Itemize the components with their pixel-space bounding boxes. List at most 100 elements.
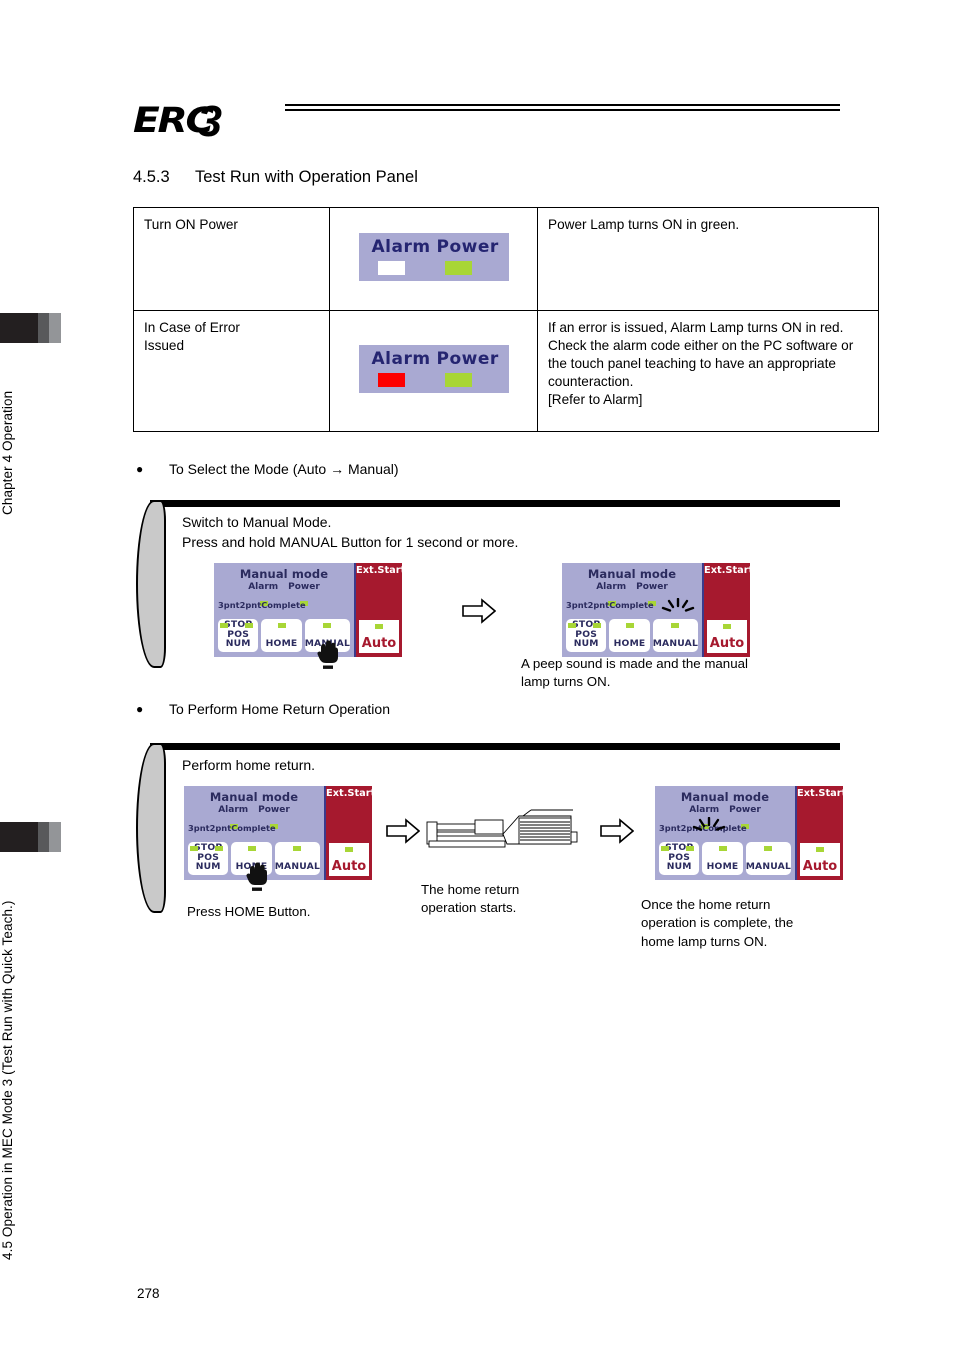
stop-pos-num-button[interactable]: STOP POS NUM xyxy=(566,619,607,652)
callout2-mid-caption: The home return operation starts. xyxy=(421,882,520,916)
section-number: 4.5.3 xyxy=(133,168,170,186)
callout-line-1: Switch to Manual Mode. xyxy=(182,514,332,530)
operation-panel-main: Manual mode Alarm Power 3pnt 2pnt Complet… xyxy=(562,563,702,657)
ext-start-label: Ext.Start xyxy=(704,565,754,576)
bullet-mode-select: ● To Select the Mode (Auto → Manual) xyxy=(136,461,399,477)
stop-pos-num-button[interactable]: STOP POS NUM xyxy=(188,842,229,875)
bullet-mode-select-label: To Select the Mode (Auto → Manual) xyxy=(169,461,399,477)
panel-power-label: Power xyxy=(288,582,320,592)
panel-sub-labels: 3pnt 2pnt Complete xyxy=(218,600,350,610)
stop-led-left xyxy=(660,846,669,851)
table-cell-action: Turn ON Power xyxy=(133,207,330,311)
auto-button[interactable]: Auto xyxy=(359,620,399,653)
operation-panel-before-manual: Manual mode Alarm Power 3pnt 2pnt Complet… xyxy=(214,563,405,657)
panel-button-row: STOPPOS NUM HOME MANUAL xyxy=(566,619,699,652)
callout-spine xyxy=(136,500,166,668)
panel-power-label: Power xyxy=(636,582,668,592)
panel-lamp-labels: Alarm Power xyxy=(184,805,324,815)
sidebar-tab-segment-dark xyxy=(0,313,38,343)
operation-panel-home-complete: Manual mode Alarm Power 3pnt 2pnt Complet… xyxy=(655,786,847,880)
operation-panel-after-manual: Manual mode Alarm Power 3pnt 2pnt Complet… xyxy=(562,563,754,657)
auto-led xyxy=(345,847,353,852)
label-2pnt: 2pnt xyxy=(587,600,610,610)
alarm-label: Alarm xyxy=(371,236,431,257)
manual-led xyxy=(671,623,680,628)
stop-pos-num-button[interactable]: STOP POS NUM xyxy=(218,619,259,652)
alarm-label: Alarm xyxy=(371,348,431,369)
label-complete: Complete xyxy=(231,823,276,833)
stop-led-right xyxy=(214,846,223,851)
pointing-hand-icon xyxy=(317,640,338,669)
pointing-hand-icon xyxy=(246,862,267,891)
home-button-label: HOME xyxy=(265,638,298,650)
stop-led-left xyxy=(189,846,198,851)
lamp-display-power-on: Alarm Power xyxy=(358,232,509,281)
panel-mode-text: Manual mode xyxy=(680,790,770,804)
alarm-led xyxy=(377,260,405,275)
auto-led xyxy=(723,624,731,629)
home-button[interactable]: HOME xyxy=(702,842,743,875)
home-led xyxy=(247,846,256,851)
sidebar-tab-segment-light xyxy=(49,822,61,852)
table-row: Turn ON Power Alarm Power Power Lamp tur… xyxy=(133,207,879,311)
stop-led-left xyxy=(567,623,576,628)
home-led xyxy=(625,623,634,628)
home-button-label: HOME xyxy=(613,638,646,650)
panel-mode-text: Manual mode xyxy=(587,567,677,581)
table-cell-illustration: Alarm Power xyxy=(329,310,538,432)
panel-ext-start-section: Ext.Start Auto xyxy=(324,786,376,880)
auto-button-label: Auto xyxy=(361,636,397,651)
operation-panel-press-home: Manual mode Alarm Power 3pnt 2pnt Complet… xyxy=(184,786,376,880)
auto-button[interactable]: Auto xyxy=(329,843,369,876)
bullet-dot-icon: ● xyxy=(136,462,144,476)
manual-button[interactable]: MANUAL xyxy=(274,842,321,875)
panel-lamp-labels: Alarm Power xyxy=(655,805,795,815)
panel-mode-text: Manual mode xyxy=(239,567,329,581)
section-title-text: Test Run with Operation Panel xyxy=(195,168,418,186)
auto-button-label: Auto xyxy=(331,859,367,874)
table-row: In Case of Error Issued Alarm Power If a… xyxy=(133,310,879,432)
auto-button-label: Auto xyxy=(709,636,745,651)
home-button[interactable]: HOME xyxy=(609,619,650,652)
page-number: 278 xyxy=(137,1286,160,1301)
table-cell-action: In Case of Error Issued xyxy=(133,310,330,432)
ext-start-label: Ext.Start xyxy=(797,788,847,799)
stop-pos-num-button[interactable]: STOP POS NUM xyxy=(659,842,700,875)
auto-button[interactable]: Auto xyxy=(707,620,747,653)
actuator-illustration xyxy=(426,809,578,848)
bullet-home-return: ● To Perform Home Return Operation xyxy=(136,701,390,717)
callout2-left-caption: Press HOME Button. xyxy=(187,904,311,919)
callout-top-bar xyxy=(150,500,840,507)
auto-led xyxy=(816,847,824,852)
panel-sub-labels: 3pnt 2pnt Complete xyxy=(566,600,698,610)
panel-ext-start-section: Ext.Start Auto xyxy=(702,563,754,657)
callout-top-bar xyxy=(150,743,840,750)
sidebar-tab-chapter xyxy=(0,313,61,343)
panel-alarm-label: Alarm xyxy=(596,582,627,592)
table-cell-result: If an error is issued, Alarm Lamp turns … xyxy=(537,310,879,432)
manual-button[interactable]: MANUAL xyxy=(745,842,792,875)
label-complete: Complete xyxy=(609,600,654,610)
callout-line-1: Perform home return. xyxy=(182,757,316,773)
power-led xyxy=(444,260,472,275)
sidebar-tab-segment-dark xyxy=(0,822,38,852)
page-header: ERC3 xyxy=(133,88,840,146)
sidebar-tab-segment-mid xyxy=(38,313,49,343)
power-label: Power xyxy=(436,236,499,257)
home-button[interactable]: HOME xyxy=(261,619,302,652)
manual-button[interactable]: MANUAL xyxy=(652,619,699,652)
panel-ext-start-section: Ext.Start Auto xyxy=(354,563,405,657)
callout2-right-caption: Once the home return operation is comple… xyxy=(641,897,794,949)
operation-panel-main: Manual mode Alarm Power 3pnt 2pnt Complet… xyxy=(655,786,795,880)
auto-led xyxy=(375,624,383,629)
panel-alarm-label: Alarm xyxy=(248,582,279,592)
home-button-label: HOME xyxy=(706,861,739,873)
panel-sub-labels: 3pnt 2pnt Complete xyxy=(188,823,320,833)
table-cell-illustration: Alarm Power xyxy=(329,207,538,311)
auto-button-label: Auto xyxy=(802,859,838,874)
auto-button[interactable]: Auto xyxy=(800,843,840,876)
home-led xyxy=(277,623,286,628)
ext-start-label: Ext.Start xyxy=(326,788,376,799)
manual-button-label: MANUAL xyxy=(652,638,699,650)
panel-lamp-labels: Alarm Power xyxy=(562,582,702,592)
